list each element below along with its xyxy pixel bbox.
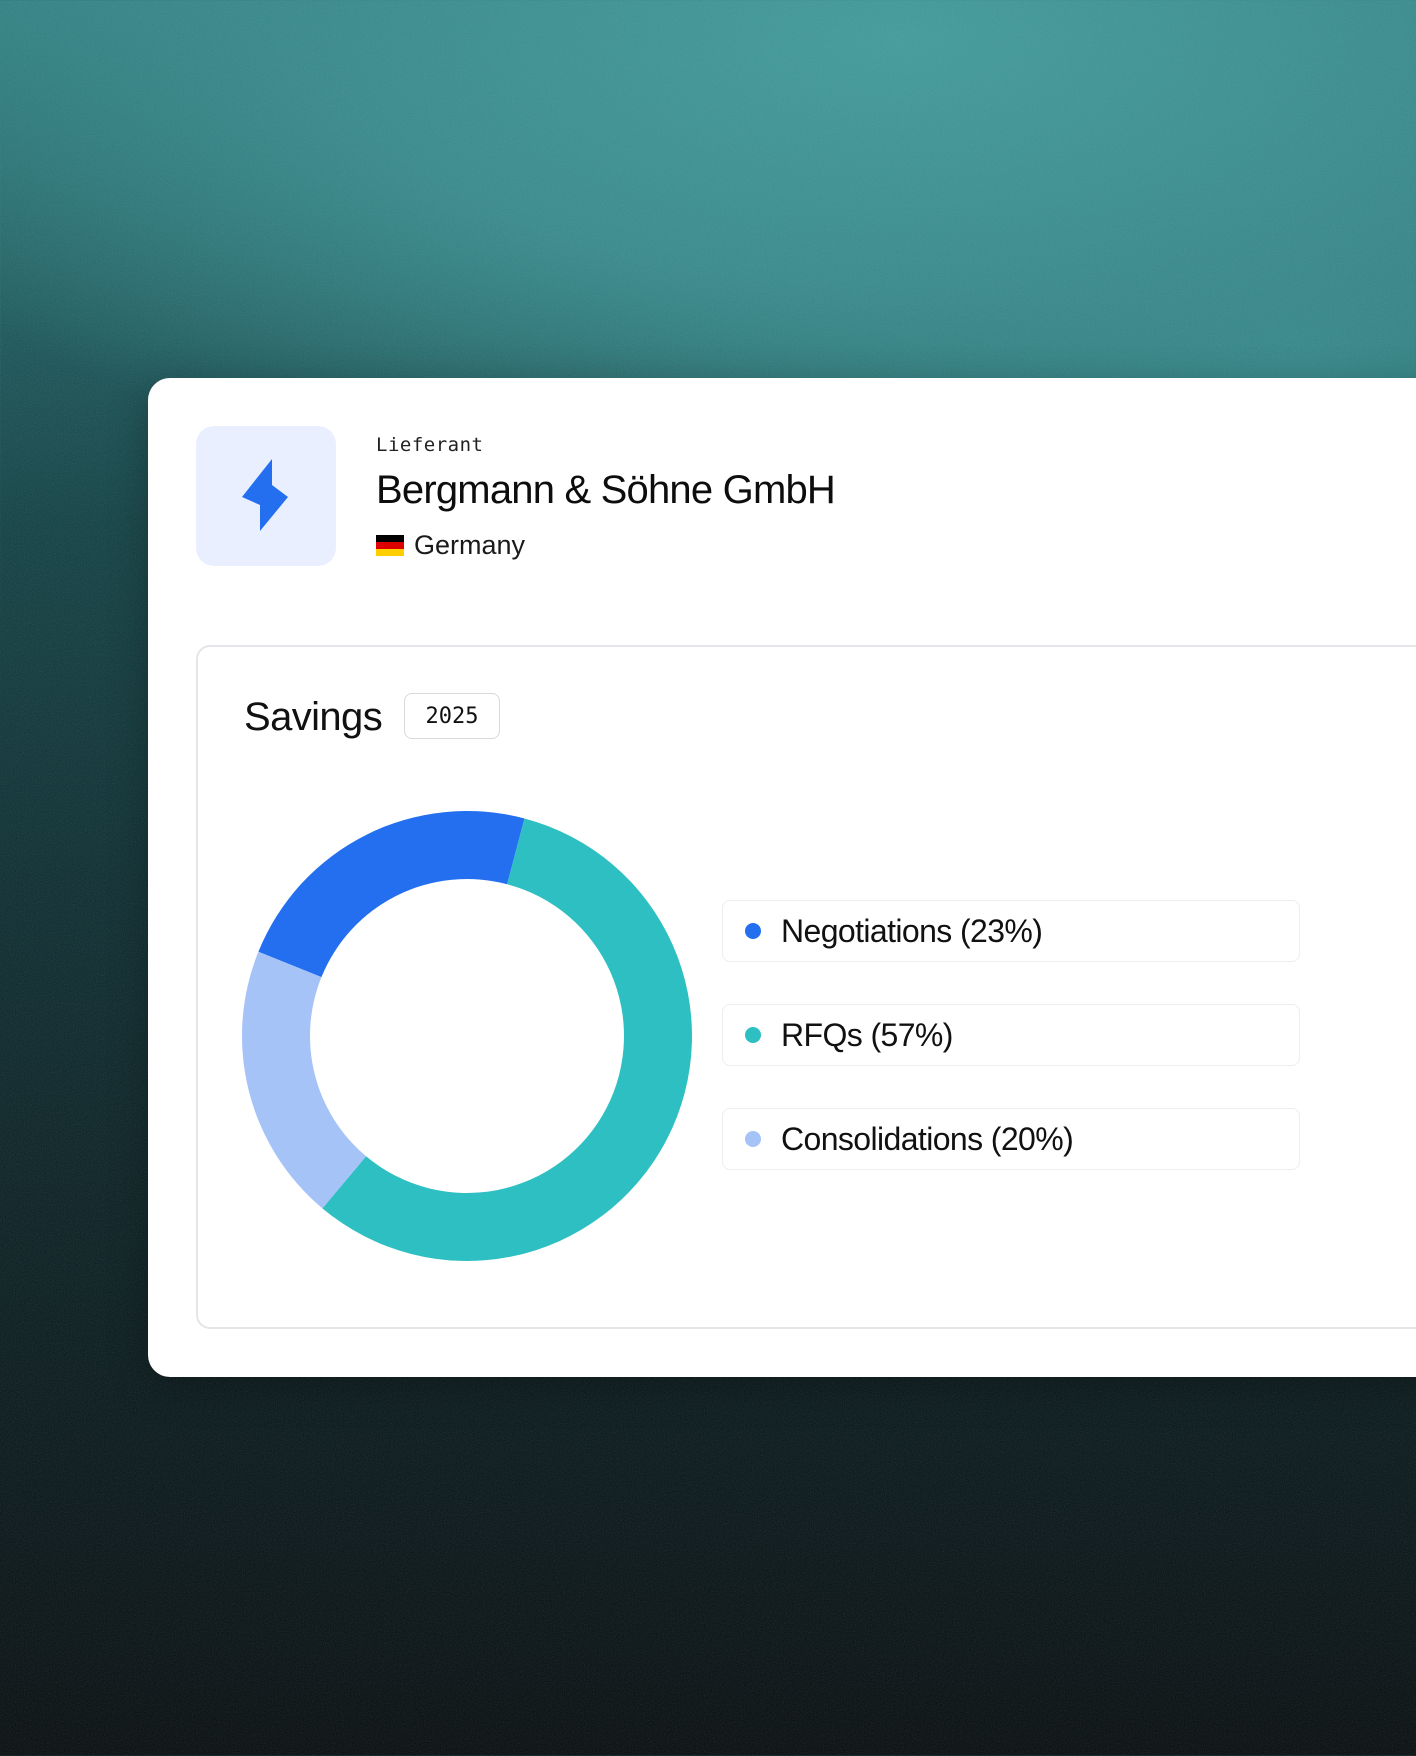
- legend-item-rfqs[interactable]: RFQs (57%): [722, 1004, 1300, 1066]
- supplier-name: Bergmann & Söhne GmbH: [376, 468, 836, 512]
- savings-donut-chart: [242, 811, 692, 1261]
- chart-legend: Negotiations (23%) RFQs (57%) Consolidatio…: [722, 900, 1300, 1212]
- year-selector[interactable]: 2025: [404, 693, 500, 739]
- supplier-type-label: Lieferant: [376, 434, 484, 456]
- legend-label: Negotiations (23%): [781, 912, 1043, 949]
- lightning-bolt-icon: [242, 459, 288, 531]
- donut-slice-negotiations[interactable]: [258, 811, 525, 978]
- legend-item-consolidations[interactable]: Consolidations (20%): [722, 1108, 1300, 1170]
- savings-title: Savings: [244, 695, 383, 739]
- legend-dot-icon: [745, 1131, 761, 1147]
- supplier-logo: [196, 426, 336, 566]
- country-row: Germany: [376, 530, 525, 561]
- legend-dot-icon: [745, 923, 761, 939]
- donut-slice-consolidations[interactable]: [242, 951, 367, 1209]
- legend-label: RFQs (57%): [781, 1016, 953, 1053]
- legend-item-negotiations[interactable]: Negotiations (23%): [722, 900, 1300, 962]
- savings-panel: Savings 2025 Negotiations (23%) RFQs (57%…: [196, 645, 1416, 1329]
- supplier-card: Lieferant Bergmann & Söhne GmbH Germany …: [148, 378, 1416, 1377]
- country-name: Germany: [414, 530, 526, 560]
- germany-flag-icon: [376, 535, 404, 556]
- legend-label: Consolidations (20%): [781, 1120, 1074, 1157]
- legend-dot-icon: [745, 1027, 761, 1043]
